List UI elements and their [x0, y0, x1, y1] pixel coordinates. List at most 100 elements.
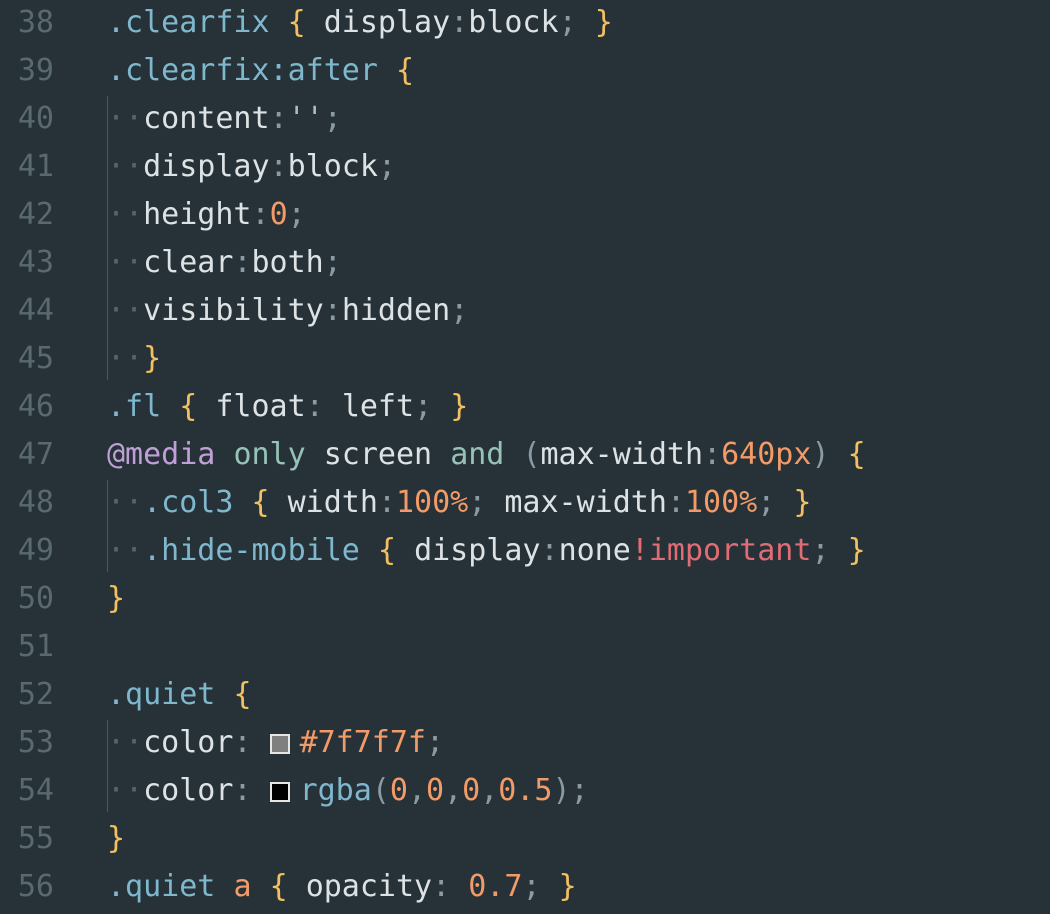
line-number: 47 — [17, 437, 54, 472]
line-code: .clearfix { display:block; } — [107, 0, 613, 47]
code-line[interactable]: 54 ··color: rgba(0,0,0,0.5); — [0, 767, 1050, 815]
line-code: .quiet { — [107, 671, 252, 719]
code-token: : — [666, 485, 685, 520]
code-line[interactable]: 41 ··display:block; — [0, 143, 1050, 191]
line-code: ··visibility:hidden; — [107, 287, 468, 335]
line-number: 43 — [17, 245, 54, 280]
code-token: : — [269, 149, 288, 184]
line-number: 56 — [17, 869, 54, 904]
code-token: : — [233, 725, 252, 760]
code-line[interactable]: 56 .quiet a { opacity: 0.7; } — [0, 863, 1050, 911]
code-token: screen — [323, 437, 433, 472]
code-token: .quiet — [107, 677, 216, 712]
code-token: content — [143, 101, 270, 136]
line-code: } — [107, 575, 125, 623]
code-line[interactable]: 38 .clearfix { display:block; } — [0, 0, 1050, 47]
code-line[interactable]: 42 ··height:0; — [0, 191, 1050, 239]
code-token: { — [377, 533, 396, 568]
line-number: 49 — [17, 533, 54, 568]
line-code: .clearfix:after { — [107, 47, 414, 95]
code-line[interactable]: 39 .clearfix:after { — [0, 47, 1050, 95]
line-number: 44 — [17, 293, 54, 328]
code-token: .quiet — [107, 869, 216, 904]
code-token: @media — [107, 437, 216, 472]
code-line[interactable]: 53 ··color: #7f7f7f; — [0, 719, 1050, 767]
code-token: { — [233, 677, 252, 712]
code-token: rgba — [299, 773, 372, 808]
code-token: 100% — [685, 485, 758, 520]
code-token: : — [323, 293, 342, 328]
code-token: 640px — [721, 437, 812, 472]
code-token: ·· — [107, 533, 144, 568]
line-number: 54 — [17, 773, 54, 808]
code-token: ; — [287, 197, 306, 232]
code-token: max-width — [540, 437, 704, 472]
code-token: ·· — [107, 485, 144, 520]
code-token: : — [703, 437, 722, 472]
line-number: 50 — [17, 581, 54, 616]
line-number: 38 — [17, 5, 54, 40]
code-token: } — [143, 341, 162, 376]
code-token: ·· — [107, 725, 144, 760]
code-line[interactable]: 52 .quiet { — [0, 671, 1050, 719]
line-number: 41 — [17, 149, 54, 184]
code-line[interactable]: 46 .fl { float: left; } — [0, 383, 1050, 431]
code-line[interactable]: 50} — [0, 575, 1050, 623]
code-line[interactable]: 47 @media only screen and (max-width:640p… — [0, 431, 1050, 479]
code-token: ·· — [107, 341, 144, 376]
code-token: ; — [570, 773, 589, 808]
code-token: , — [407, 773, 426, 808]
line-code: .quiet a { opacity: 0.7; } — [107, 863, 577, 911]
code-token: hidden — [341, 293, 451, 328]
code-token: : — [305, 389, 324, 424]
code-editor[interactable]: 38 .clearfix { display:block; } 39 .clearfi… — [0, 0, 1050, 914]
color-swatch[interactable] — [269, 782, 290, 802]
code-token: } — [558, 869, 577, 904]
code-token: opacity — [305, 869, 433, 904]
line-code: ··height:0; — [107, 191, 306, 239]
code-token: ·· — [107, 773, 144, 808]
code-line[interactable]: 43 ··clear:both; — [0, 239, 1050, 287]
code-token: float — [215, 389, 306, 424]
code-token: ·· — [107, 245, 144, 280]
code-token: ·· — [107, 149, 144, 184]
code-token: ( — [371, 773, 390, 808]
code-line[interactable]: 49 ··.hide-mobile { display:none!importan… — [0, 527, 1050, 575]
code-token: { — [396, 53, 415, 88]
code-token: and — [450, 437, 505, 472]
code-token: ) — [552, 773, 571, 808]
code-token: ; — [323, 245, 342, 280]
code-token: : — [540, 533, 559, 568]
line-number: 52 — [17, 677, 54, 712]
line-code: .fl { float: left; } — [107, 383, 468, 431]
code-line[interactable]: 40 ··content:''; — [0, 95, 1050, 143]
code-line[interactable]: 55} — [0, 815, 1050, 863]
line-code: ··.hide-mobile { display:none!important;… — [107, 527, 866, 575]
code-token: ·· — [107, 197, 144, 232]
code-token: } — [107, 581, 126, 616]
code-token: only — [233, 437, 306, 472]
code-token: ; — [426, 725, 445, 760]
code-token: 0.5 — [498, 773, 553, 808]
code-line[interactable]: 45 ··} — [0, 335, 1050, 383]
code-line[interactable]: 48 ··.col3 { width:100%; max-width:100%; … — [0, 479, 1050, 527]
code-line[interactable]: 51 — [0, 623, 1050, 671]
code-token: ( — [522, 437, 541, 472]
color-swatch[interactable] — [269, 734, 290, 754]
code-line[interactable]: 44 ··visibility:hidden; — [0, 287, 1050, 335]
